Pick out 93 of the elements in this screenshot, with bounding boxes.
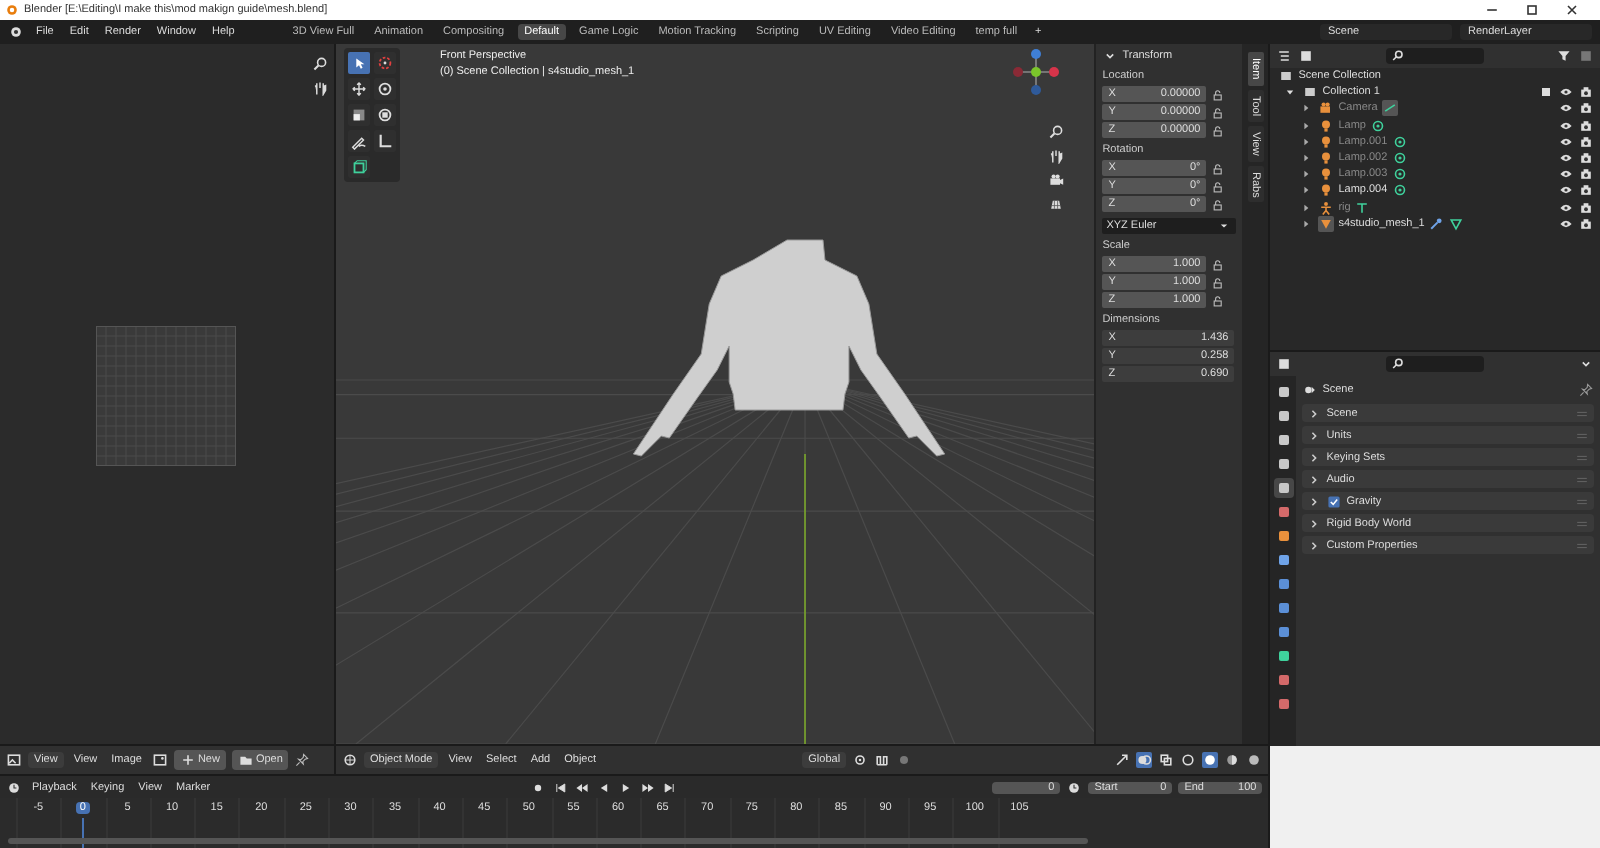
lock-icon[interactable]	[1210, 87, 1225, 101]
lock-icon[interactable]	[1210, 293, 1225, 307]
camera-icon[interactable]	[1578, 182, 1594, 199]
properties-tab-icon[interactable]	[1273, 670, 1294, 690]
properties-tab-icon[interactable]	[1273, 526, 1294, 546]
triangle-icon	[1318, 215, 1335, 232]
eye-icon[interactable]	[1558, 182, 1574, 199]
properties-tab-icon[interactable]	[1273, 646, 1294, 666]
lock-icon[interactable]	[1210, 179, 1225, 193]
overlay-toggle-icon[interactable]	[1136, 752, 1153, 768]
clock-icon[interactable]	[6, 779, 22, 795]
camera-icon	[1318, 100, 1335, 117]
properties-tab-icon[interactable]	[1273, 382, 1294, 402]
lock-icon[interactable]	[1210, 161, 1225, 175]
timeline-scrollbar[interactable]	[8, 838, 1089, 844]
close-icon[interactable]	[1564, 2, 1580, 18]
tool-icon	[350, 132, 368, 150]
material-shading-icon[interactable]	[1224, 752, 1241, 768]
lamp-icon	[1318, 150, 1335, 167]
lock-icon[interactable]	[1210, 257, 1225, 271]
lock-icon[interactable]	[1210, 197, 1225, 211]
record-icon[interactable]	[529, 779, 546, 795]
pin-icon[interactable]	[1578, 382, 1594, 398]
lock-icon[interactable]	[1210, 275, 1225, 289]
grid-icon[interactable]	[1048, 196, 1064, 212]
tool-icon	[376, 106, 394, 124]
properties-tab-icon[interactable]	[1273, 694, 1294, 714]
search-icon	[1390, 356, 1407, 372]
zoom-icon[interactable]	[312, 56, 328, 72]
properties-tab-icon[interactable]	[1273, 622, 1294, 642]
lamp-icon	[1318, 182, 1335, 199]
zoom-icon[interactable]	[1048, 124, 1064, 140]
display-mode-icon[interactable]	[1276, 48, 1293, 64]
solid-shading-icon[interactable]	[1202, 752, 1219, 768]
properties-tab-icon[interactable]	[1273, 406, 1294, 426]
tool-button[interactable]	[348, 78, 370, 100]
jump-end-icon[interactable]	[661, 779, 678, 795]
options-icon[interactable]	[1577, 356, 1594, 372]
wrench-icon	[1428, 215, 1445, 232]
camera-data-icon	[1381, 100, 1398, 117]
folder-icon	[237, 752, 254, 768]
lock-icon[interactable]	[1210, 123, 1225, 137]
tool-button[interactable]	[374, 104, 396, 126]
search-icon	[1390, 48, 1407, 64]
camera-icon[interactable]	[1578, 84, 1594, 101]
gizmo-toggle-icon[interactable]	[1114, 752, 1131, 768]
tool-button[interactable]	[374, 130, 396, 152]
clock-icon[interactable]	[1066, 779, 1083, 795]
jump-start-icon[interactable]	[551, 779, 568, 795]
camera-icon[interactable]	[1578, 215, 1594, 232]
empty-image-grid-drawing	[96, 326, 236, 466]
pin-icon[interactable]	[294, 752, 311, 768]
lock-icon[interactable]	[1210, 105, 1225, 119]
properties-tab-icon[interactable]	[1273, 454, 1294, 474]
rendered-shading-icon[interactable]	[1246, 752, 1263, 768]
triangle-icon	[1448, 215, 1465, 232]
tool-button[interactable]	[348, 156, 370, 178]
properties-tab-icon[interactable]	[1273, 502, 1294, 522]
hand-icon[interactable]	[312, 80, 328, 96]
search-field[interactable]	[1386, 356, 1485, 372]
lamp-icon	[1318, 117, 1335, 134]
tool-icon	[350, 80, 368, 98]
tool-button[interactable]	[348, 104, 370, 126]
lamp-icon	[1318, 133, 1335, 150]
eye-icon[interactable]	[1558, 84, 1574, 101]
hand-icon[interactable]	[1048, 148, 1064, 164]
properties-tab-icon[interactable]	[1273, 598, 1294, 618]
camera-icon[interactable]	[1048, 172, 1064, 188]
armature-data-icon	[1354, 199, 1371, 216]
tool-button[interactable]	[348, 52, 370, 74]
properties-tab-icon[interactable]	[1273, 430, 1294, 450]
eye-icon[interactable]	[1558, 215, 1574, 232]
properties-tab-icon[interactable]	[1273, 574, 1294, 594]
tool-icon	[350, 158, 368, 176]
scene-icon	[1302, 382, 1319, 398]
properties-tab-icon[interactable]	[1273, 478, 1294, 498]
checkbox[interactable]	[1326, 493, 1343, 509]
search-field[interactable]	[1386, 48, 1485, 64]
snap-icon[interactable]	[874, 752, 891, 768]
lamp-icon	[1318, 166, 1335, 183]
tool-button[interactable]	[374, 78, 396, 100]
chevron-down-icon[interactable]	[1102, 48, 1119, 64]
image-icon[interactable]	[151, 752, 168, 768]
filter-icon[interactable]	[1555, 48, 1572, 64]
tool-button[interactable]	[348, 130, 370, 152]
wireframe-shading-icon[interactable]	[1180, 752, 1197, 768]
figure-icon	[1318, 199, 1335, 216]
axis-gizmo-icon[interactable]	[1012, 48, 1060, 96]
maximize-icon[interactable]	[1524, 2, 1540, 18]
pivot-icon[interactable]	[852, 752, 869, 768]
properties-tab-icon[interactable]	[1273, 550, 1294, 570]
xray-icon[interactable]	[1158, 752, 1175, 768]
plus-icon	[179, 752, 196, 768]
